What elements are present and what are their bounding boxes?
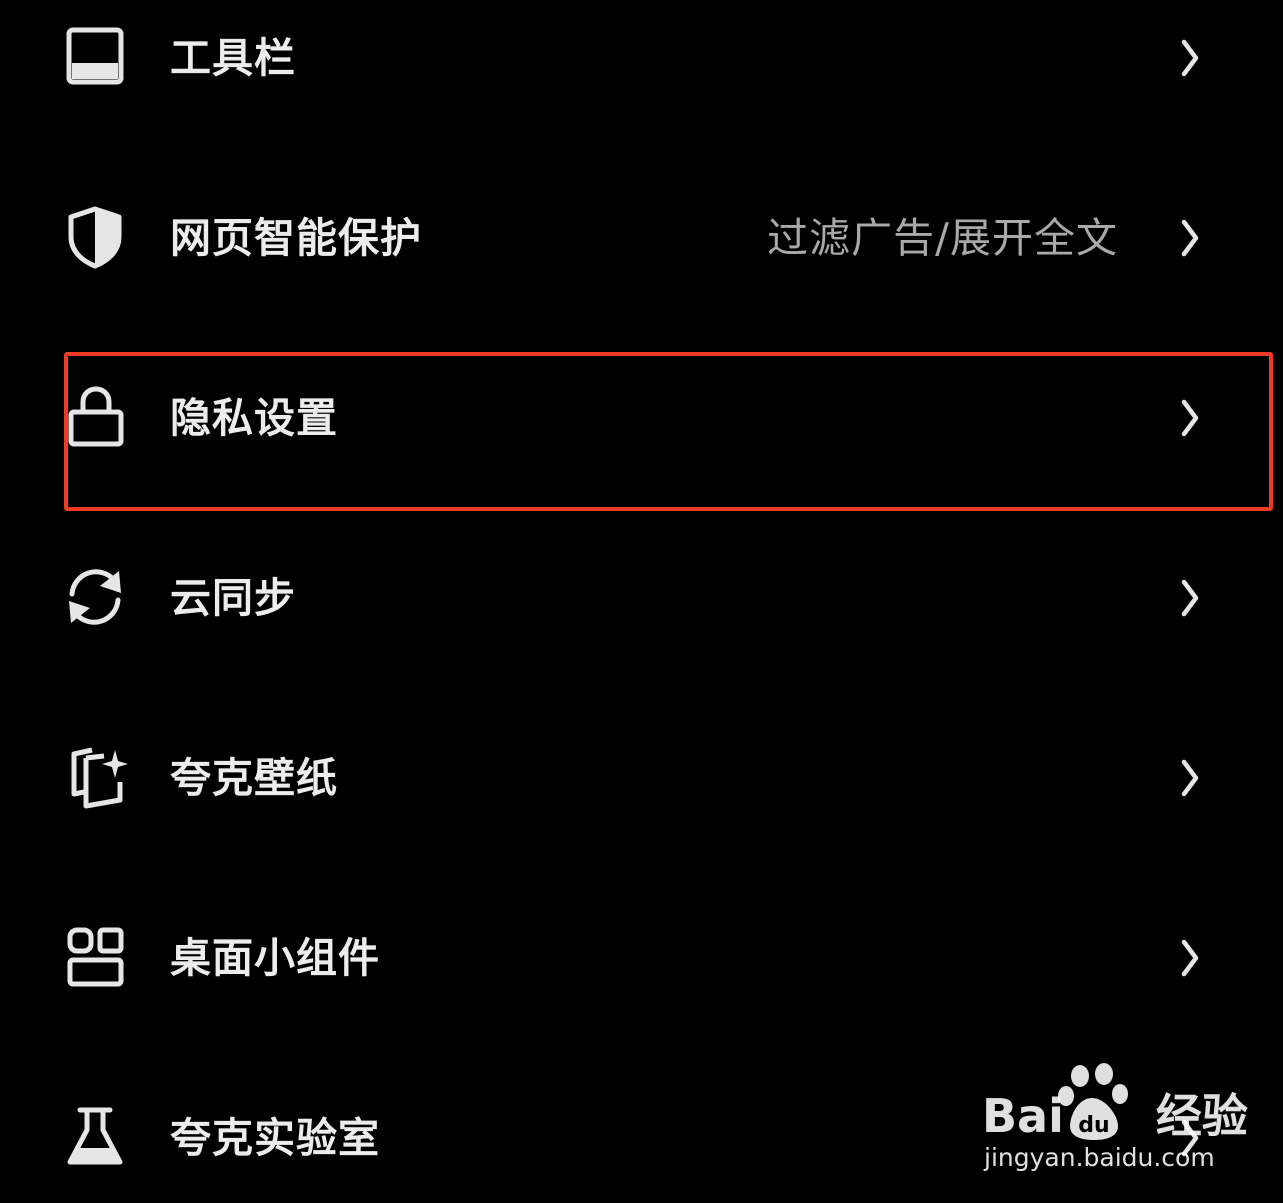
highlight-box — [64, 352, 1273, 511]
chevron-right-icon — [1176, 38, 1202, 78]
widget-icon — [62, 924, 128, 990]
menu-item-label: 工具栏 — [170, 34, 296, 82]
chevron-right-icon — [1176, 578, 1202, 618]
menu-item-web-protection[interactable]: 网页智能保护 过滤广告/展开全文 — [0, 180, 1283, 300]
menu-item-label: 夸克壁纸 — [170, 754, 338, 802]
menu-item-value: 过滤广告/展开全文 — [767, 214, 1118, 262]
menu-item-label: 网页智能保护 — [170, 214, 422, 262]
menu-item-label: 夸克实验室 — [170, 1114, 380, 1162]
menu-item-label: 桌面小组件 — [170, 934, 380, 982]
wm-brand-suffix: 经验 — [1155, 1089, 1248, 1143]
menu-item-toolbar[interactable]: 工具栏 — [0, 0, 1283, 120]
menu-item-desktop-widget[interactable]: 桌面小组件 — [0, 900, 1283, 1020]
wm-brand: Bai — [982, 1089, 1064, 1143]
menu-item-label: 云同步 — [170, 574, 296, 622]
baidu-jingyan-watermark: du Bai 经验 jingyan.baidu.com — [982, 1062, 1248, 1182]
menu-item-wallpaper[interactable]: 夸克壁纸 — [0, 720, 1283, 840]
chevron-right-icon — [1176, 938, 1202, 978]
chevron-right-icon — [1176, 758, 1202, 798]
sync-icon — [62, 564, 128, 630]
shield-icon — [62, 204, 128, 270]
wallpaper-icon — [62, 744, 128, 810]
wm-url: jingyan.baidu.com — [984, 1143, 1215, 1172]
chevron-right-icon — [1176, 218, 1202, 258]
toolbar-icon — [62, 24, 128, 90]
menu-item-cloud-sync[interactable]: 云同步 — [0, 540, 1283, 660]
flask-icon — [62, 1104, 128, 1170]
settings-menu: 工具栏 网页智能保护 过滤广告/展开全文 隐私设置 云同步 夸克壁纸 桌面小组件… — [0, 0, 1283, 1203]
